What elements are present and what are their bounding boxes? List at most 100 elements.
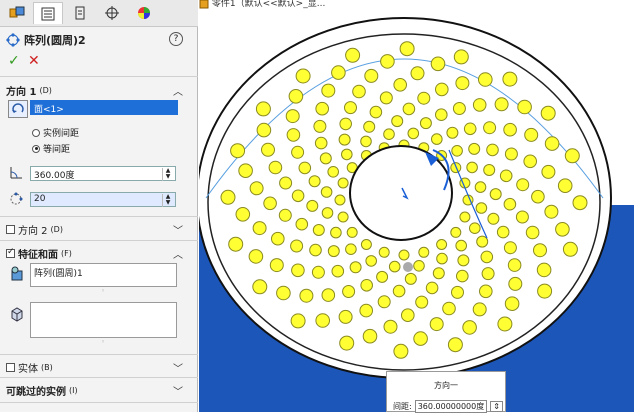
radio-button-selected[interactable] bbox=[32, 144, 40, 153]
hole bbox=[330, 226, 342, 239]
divider bbox=[0, 377, 198, 378]
hole bbox=[278, 208, 292, 222]
resize-handle[interactable]: ◦ bbox=[101, 338, 105, 346]
instance-count-input[interactable]: 20 ▲ ▼ bbox=[30, 192, 176, 207]
chevron-down-icon[interactable]: ﹀ bbox=[173, 222, 183, 237]
model-view[interactable] bbox=[199, 0, 634, 412]
count-spinner[interactable]: ▲ ▼ bbox=[162, 194, 173, 207]
cancel-button[interactable]: ✕ bbox=[28, 53, 40, 69]
reverse-direction-button[interactable] bbox=[8, 100, 28, 118]
hole bbox=[419, 117, 432, 130]
chevron-up-icon[interactable]: ︿ bbox=[173, 83, 183, 98]
chevron-down-icon[interactable]: ﹀ bbox=[173, 383, 183, 398]
features-faces-header[interactable]: 特征和面(F) bbox=[6, 246, 72, 261]
hole bbox=[363, 120, 376, 133]
feature-select-icon bbox=[9, 266, 25, 282]
chevron-up-icon[interactable]: ︿ bbox=[173, 246, 183, 261]
hole bbox=[562, 241, 578, 257]
circular-pattern-icon bbox=[6, 33, 20, 47]
hole bbox=[378, 246, 390, 258]
hole bbox=[453, 49, 469, 65]
faces-listbox[interactable] bbox=[30, 302, 177, 338]
hole bbox=[338, 133, 351, 146]
hole bbox=[481, 267, 495, 281]
spacing-input[interactable]: 360.00000000度 bbox=[414, 400, 488, 413]
bodies-label: 实体 bbox=[18, 364, 38, 375]
angle-icon bbox=[8, 165, 24, 181]
tab-dimxpert[interactable] bbox=[97, 2, 127, 24]
hole bbox=[456, 269, 469, 283]
hole bbox=[291, 263, 305, 278]
bodies-shortcut: (B) bbox=[41, 363, 53, 372]
ok-button[interactable]: ✓ bbox=[8, 53, 20, 69]
hole bbox=[472, 98, 487, 112]
hole bbox=[459, 211, 471, 223]
direction1-shortcut: (D) bbox=[39, 86, 52, 95]
hole bbox=[235, 207, 251, 222]
hole bbox=[276, 285, 291, 301]
bodies-header[interactable]: 实体 (B) bbox=[6, 360, 53, 375]
direction1-header[interactable]: 方向 1 (D) bbox=[6, 83, 52, 98]
spacing-spinner[interactable]: ⇕ bbox=[490, 401, 503, 412]
tab-property-manager[interactable] bbox=[33, 2, 63, 24]
direction2-header[interactable]: 方向 2 (D) bbox=[6, 222, 63, 237]
help-button[interactable]: ? bbox=[169, 32, 183, 46]
hole bbox=[309, 243, 322, 257]
hole bbox=[447, 337, 463, 353]
axis-reference-field[interactable]: 面<1> bbox=[30, 100, 178, 115]
angle-spinner[interactable]: ▲ ▼ bbox=[162, 168, 173, 181]
graphics-area[interactable]: 零件1（默认<<默认>_显... bbox=[199, 0, 634, 412]
hole bbox=[352, 84, 366, 99]
hole bbox=[334, 194, 346, 206]
tab-display-manager[interactable] bbox=[129, 2, 159, 24]
hole bbox=[321, 83, 336, 98]
hole bbox=[544, 136, 560, 151]
instance-count-value: 20 bbox=[34, 194, 46, 204]
radio-button[interactable] bbox=[32, 128, 40, 137]
hole bbox=[475, 202, 488, 214]
hole bbox=[362, 328, 378, 344]
chevron-down-icon[interactable]: ﹀ bbox=[173, 360, 183, 375]
angle-input[interactable]: 360.00度 ▲ ▼ bbox=[30, 166, 176, 181]
hole bbox=[536, 262, 552, 278]
hole bbox=[369, 105, 383, 119]
callout-row: 间距: 360.00000000度 ⇕ bbox=[393, 400, 503, 413]
hole bbox=[342, 285, 356, 298]
hole bbox=[496, 225, 510, 239]
instance-count-icon bbox=[8, 191, 24, 207]
direction2-checkbox[interactable] bbox=[6, 225, 15, 234]
hole bbox=[285, 109, 300, 124]
skip-instances-shortcut: (I) bbox=[69, 386, 78, 395]
hole bbox=[523, 154, 538, 169]
hole bbox=[524, 127, 539, 142]
hole bbox=[415, 295, 429, 309]
hole bbox=[504, 296, 520, 312]
features-faces-checkbox[interactable] bbox=[6, 247, 15, 258]
skip-instances-header[interactable]: 可跳过的实例 (I) bbox=[6, 383, 78, 398]
breadcrumb[interactable]: 零件1（默认<<默认>_显... bbox=[199, 0, 325, 9]
hole bbox=[306, 199, 319, 212]
hole bbox=[338, 309, 353, 324]
features-listbox[interactable]: 阵列(圆周)1 bbox=[30, 263, 177, 287]
hole bbox=[393, 343, 409, 359]
hole bbox=[503, 241, 517, 255]
hole bbox=[540, 105, 556, 121]
tab-configuration-manager[interactable] bbox=[65, 2, 95, 24]
hole bbox=[476, 235, 489, 248]
hole bbox=[515, 210, 529, 224]
hole bbox=[407, 127, 420, 140]
spacing-callout[interactable]: 方向一 间距: 360.00000000度 ⇕ bbox=[386, 371, 506, 413]
tab-feature-manager[interactable] bbox=[2, 2, 32, 24]
hole bbox=[248, 249, 264, 264]
bodies-checkbox[interactable] bbox=[6, 363, 15, 372]
hole bbox=[263, 196, 277, 211]
features-faces-label: 特征和面 bbox=[18, 250, 58, 261]
instance-spacing-radio[interactable]: 实例间距 bbox=[32, 126, 79, 139]
hole bbox=[413, 331, 428, 346]
resize-handle[interactable]: ◦ bbox=[101, 287, 105, 295]
hole bbox=[499, 169, 513, 183]
hole bbox=[291, 145, 305, 159]
feature-list-item[interactable]: 阵列(圆周)1 bbox=[34, 269, 83, 279]
hole bbox=[315, 313, 330, 328]
equal-spacing-radio[interactable]: 等间距 bbox=[32, 142, 70, 155]
